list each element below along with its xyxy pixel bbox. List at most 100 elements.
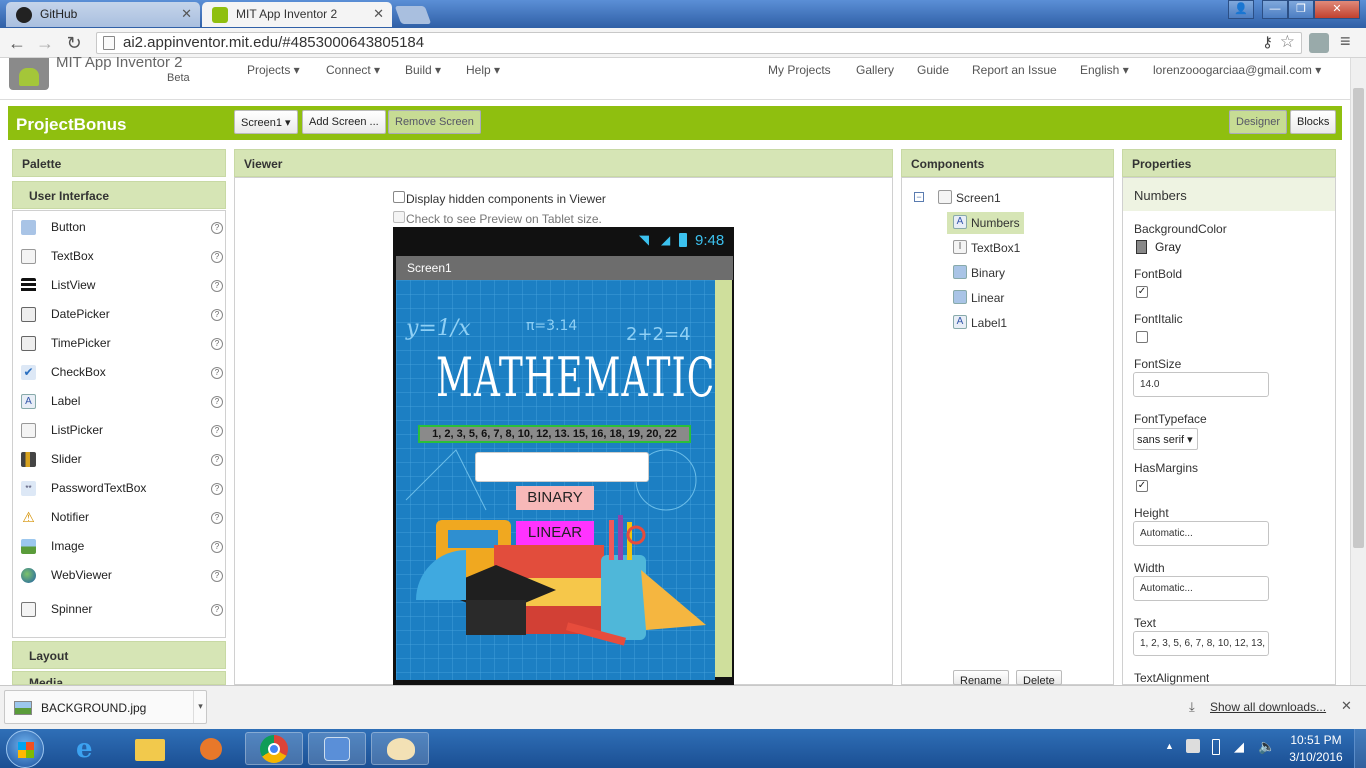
palette-item-checkbox[interactable]: ✔ CheckBox? — [13, 358, 223, 387]
help-icon[interactable]: ? — [211, 512, 223, 524]
tab-app-inventor[interactable]: MIT App Inventor 2 ✕ — [202, 2, 392, 27]
key-icon[interactable]: ⚷ — [1262, 33, 1273, 51]
font-italic-checkbox[interactable] — [1136, 331, 1148, 343]
paint-icon[interactable] — [371, 732, 429, 765]
palette-item-button[interactable]: Button? — [13, 213, 223, 242]
collapse-icon[interactable]: − — [914, 192, 924, 202]
width-input[interactable]: Automatic... — [1133, 576, 1269, 601]
app-icon[interactable] — [308, 732, 366, 765]
volume-icon[interactable]: 🔈 — [1258, 738, 1275, 755]
reload-icon[interactable]: ↻ — [63, 32, 85, 54]
help-icon[interactable]: ? — [211, 541, 223, 553]
palette-item-listview[interactable]: ListView? — [13, 271, 223, 300]
action-center-icon[interactable] — [1186, 739, 1200, 753]
close-icon[interactable]: ✕ — [373, 6, 384, 22]
help-icon[interactable]: ? — [211, 425, 223, 437]
tablet-preview-checkbox[interactable] — [393, 211, 405, 223]
url-input[interactable]: ai2.appinventor.mit.edu/#485300064380518… — [96, 32, 1302, 54]
numbers-label[interactable]: 1, 2, 3, 5, 6, 7, 8, 10, 12, 13. 15, 16,… — [418, 425, 691, 443]
help-icon[interactable]: ? — [211, 604, 223, 616]
help-icon[interactable]: ? — [211, 367, 223, 379]
palette-item-listpicker[interactable]: ListPicker? — [13, 416, 223, 445]
help-icon[interactable]: ? — [211, 454, 223, 466]
background-color-value[interactable]: Gray — [1155, 240, 1181, 254]
component-label1[interactable]: A Label1 — [947, 312, 1007, 334]
palette-item-textbox[interactable]: TextBox? — [13, 242, 223, 271]
app-title[interactable]: MIT App Inventor 2 — [56, 54, 182, 71]
add-screen-button[interactable]: Add Screen ... — [302, 110, 386, 134]
close-icon[interactable]: ✕ — [181, 6, 192, 22]
rename-button[interactable]: Rename — [953, 670, 1009, 685]
download-item[interactable]: BACKGROUND.jpg ▾ — [4, 690, 207, 724]
link-guide[interactable]: Guide — [917, 63, 949, 77]
ie-icon[interactable]: e — [60, 732, 118, 765]
close-downloads-icon[interactable]: ✕ — [1341, 698, 1352, 714]
component-numbers[interactable]: A Numbers — [947, 212, 1024, 234]
menu-build[interactable]: Build ▾ — [405, 63, 441, 77]
palette-item-notifier[interactable]: ⚠ Notifier? — [13, 503, 223, 532]
palette-item-datepicker[interactable]: DatePicker? — [13, 300, 223, 329]
star-icon[interactable]: ☆ — [1280, 32, 1295, 52]
palette-group-layout[interactable]: Layout — [12, 641, 226, 669]
menu-projects[interactable]: Projects ▾ — [247, 63, 300, 77]
palette-item-image[interactable]: Image? — [13, 532, 223, 561]
battery-tray-icon[interactable] — [1212, 739, 1220, 755]
close-window-button[interactable]: ✕ — [1314, 0, 1360, 19]
clock-date[interactable]: 3/10/2016 — [1289, 750, 1343, 764]
page-scrollbar[interactable] — [1350, 58, 1366, 685]
text-input[interactable]: 1, 2, 3, 5, 6, 7, 8, 10, 12, 13, 15 — [1133, 631, 1269, 656]
extension-icon[interactable] — [1309, 33, 1329, 53]
font-size-input[interactable]: 14.0 — [1133, 372, 1269, 397]
android-logo-icon[interactable] — [9, 58, 49, 90]
component-linear[interactable]: Linear — [947, 287, 1004, 309]
start-button[interactable] — [6, 730, 44, 768]
remove-screen-button[interactable]: Remove Screen — [388, 110, 481, 134]
menu-connect[interactable]: Connect ▾ — [326, 63, 380, 77]
gray-swatch-icon[interactable] — [1136, 240, 1147, 254]
has-margins-checkbox[interactable]: ✓ — [1136, 480, 1148, 492]
media-player-icon[interactable] — [182, 732, 240, 765]
help-icon[interactable]: ? — [211, 222, 223, 234]
screen-select[interactable]: Screen1 ▾ — [234, 110, 298, 134]
show-all-downloads-link[interactable]: Show all downloads... — [1210, 700, 1326, 714]
download-menu-icon[interactable]: ▾ — [193, 691, 207, 723]
help-icon[interactable]: ? — [211, 483, 223, 495]
menu-help[interactable]: Help ▾ — [466, 63, 500, 77]
show-desktop-button[interactable] — [1354, 729, 1366, 768]
height-input[interactable]: Automatic... — [1133, 521, 1269, 546]
network-icon[interactable]: ◢ — [1234, 739, 1244, 755]
menu-icon[interactable]: ≡ — [1340, 31, 1351, 52]
palette-group-media[interactable]: Media — [12, 671, 226, 685]
blocks-button[interactable]: Blocks — [1290, 110, 1337, 134]
help-icon[interactable]: ? — [211, 309, 223, 321]
component-binary[interactable]: Binary — [947, 262, 1005, 284]
textbox1[interactable] — [475, 452, 649, 482]
palette-item-slider[interactable]: Slider? — [13, 445, 223, 474]
component-textbox1[interactable]: I TextBox1 — [947, 237, 1020, 259]
font-typeface-select[interactable]: sans serif ▾ — [1133, 428, 1198, 450]
link-gallery[interactable]: Gallery — [856, 63, 894, 77]
palette-item-label[interactable]: A Label? — [13, 387, 223, 416]
scrollbar-thumb[interactable] — [1353, 88, 1364, 548]
linear-button[interactable]: LINEAR — [516, 521, 594, 545]
explorer-icon[interactable] — [121, 732, 179, 765]
restore-button[interactable]: ❐ — [1288, 0, 1314, 19]
binary-button[interactable]: BINARY — [516, 486, 594, 510]
designer-button[interactable]: Designer — [1229, 110, 1288, 134]
forward-icon[interactable]: → — [34, 32, 56, 54]
tab-github[interactable]: GitHub ✕ — [6, 2, 200, 27]
language-select[interactable]: English ▾ — [1080, 63, 1129, 77]
link-my-projects[interactable]: My Projects — [768, 63, 831, 77]
palette-item-timepicker[interactable]: TimePicker? — [13, 329, 223, 358]
chrome-icon[interactable] — [245, 732, 303, 765]
palette-item-spinner[interactable]: Spinner? — [13, 595, 223, 624]
account-menu[interactable]: lorenzooogarciaa@gmail.com ▾ — [1153, 63, 1321, 77]
user-icon[interactable]: 👤 — [1228, 0, 1254, 19]
new-tab-button[interactable] — [394, 6, 432, 24]
help-icon[interactable]: ? — [211, 280, 223, 292]
help-icon[interactable]: ? — [211, 396, 223, 408]
delete-button[interactable]: Delete — [1016, 670, 1062, 685]
link-report-issue[interactable]: Report an Issue — [972, 63, 1057, 77]
back-icon[interactable]: ← — [6, 32, 28, 54]
font-bold-checkbox[interactable]: ✓ — [1136, 286, 1148, 298]
